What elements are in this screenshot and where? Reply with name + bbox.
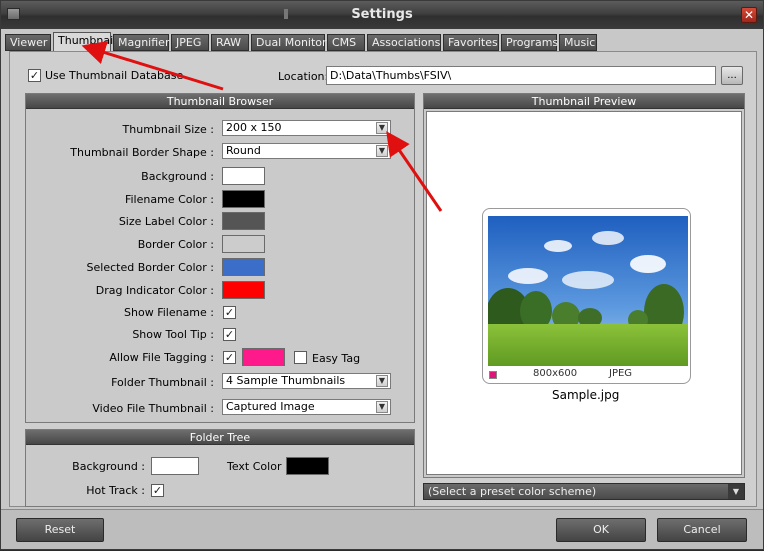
border-shape-label: Thumbnail Border Shape :	[70, 146, 214, 159]
window-title: Settings	[351, 7, 413, 22]
video-thumbnail-value: Captured Image	[226, 400, 315, 413]
folder-thumbnail-label: Folder Thumbnail :	[111, 376, 214, 389]
background-color-label: Background :	[141, 170, 214, 183]
tag-color-swatch[interactable]	[242, 348, 285, 366]
thumbnail-format: JPEG	[609, 368, 633, 379]
tab-strip: Viewer Thumbnail Magnifier JPEG RAW Dual…	[5, 32, 761, 51]
tab-associations[interactable]: Associations	[367, 34, 441, 51]
chevron-down-icon: ▼	[376, 375, 388, 387]
tab-cms[interactable]: CMS	[327, 34, 365, 51]
size-label-color-swatch[interactable]	[222, 212, 265, 230]
filename-color-label: Filename Color :	[124, 193, 214, 206]
show-filename-label: Show Filename :	[124, 306, 214, 319]
video-thumbnail-dropdown[interactable]: Captured Image ▼	[222, 399, 391, 415]
title-bar: Settings ✕	[1, 1, 763, 29]
sample-landscape-image	[488, 216, 688, 366]
selected-border-color-label: Selected Border Color :	[86, 261, 214, 274]
thumbnail-size-value: 200 x 150	[226, 121, 282, 134]
show-tooltip-label: Show Tool Tip :	[132, 328, 214, 341]
show-tooltip-checkbox[interactable]: ✓	[223, 328, 236, 341]
folder-background-swatch[interactable]	[151, 457, 199, 475]
allow-tagging-label: Allow File Tagging :	[109, 351, 214, 364]
preset-color-scheme-dropdown[interactable]: (Select a preset color scheme) ▼	[423, 483, 745, 500]
browse-button[interactable]: ...	[721, 66, 743, 85]
border-color-label: Border Color :	[137, 238, 214, 251]
video-thumbnail-label: Video File Thumbnail :	[92, 402, 214, 415]
thumbnail-size-dropdown[interactable]: 200 x 150 ▼	[222, 120, 391, 136]
thumbnail-preview-panel: Thumbnail Preview 800x600 JPEG Sample.jp…	[423, 93, 745, 478]
tab-jpeg[interactable]: JPEG	[171, 34, 209, 51]
sample-thumbnail[interactable]: 800x600 JPEG	[482, 208, 691, 384]
tab-magnifier[interactable]: Magnifier	[113, 34, 169, 51]
tab-viewer[interactable]: Viewer	[5, 34, 51, 51]
tag-indicator-icon	[489, 371, 497, 379]
folder-background-label: Background :	[72, 460, 145, 473]
border-color-swatch[interactable]	[222, 235, 265, 253]
tab-dual-monitor[interactable]: Dual Monitor	[251, 34, 327, 51]
tab-music[interactable]: Music	[559, 34, 597, 51]
drag-indicator-color-swatch[interactable]	[222, 281, 265, 299]
thumbnail-dimensions: 800x600	[533, 368, 578, 379]
hot-track-label: Hot Track :	[86, 484, 145, 497]
border-shape-dropdown[interactable]: Round ▼	[222, 143, 391, 159]
selected-border-color-swatch[interactable]	[222, 258, 265, 276]
chevron-down-icon: ▼	[376, 122, 388, 134]
preview-area: 800x600 JPEG Sample.jpg	[426, 111, 742, 475]
background-color-swatch[interactable]	[222, 167, 265, 185]
hot-track-checkbox[interactable]: ✓	[151, 484, 164, 497]
filename-color-swatch[interactable]	[222, 190, 265, 208]
folder-text-color-label: Text Color :	[227, 460, 289, 473]
settings-window: Settings ✕ Viewer Thumbnail Magnifier JP…	[0, 0, 764, 550]
use-thumbnail-db-checkbox[interactable]: ✓	[28, 69, 41, 82]
tab-raw[interactable]: RAW	[211, 34, 249, 51]
reset-button[interactable]: Reset	[16, 518, 104, 542]
folder-thumbnail-value: 4 Sample Thumbnails	[226, 374, 346, 387]
close-button[interactable]: ✕	[741, 7, 757, 23]
cancel-button[interactable]: Cancel	[657, 518, 747, 542]
location-label: Location:	[278, 70, 329, 83]
allow-tagging-checkbox[interactable]: ✓	[223, 351, 236, 364]
preset-color-scheme-value: (Select a preset color scheme)	[428, 485, 597, 498]
thumbnail-filename: Sample.jpg	[552, 388, 620, 402]
title-grip-icon	[284, 9, 288, 19]
chevron-down-icon: ▼	[376, 401, 388, 413]
easy-tag-checkbox[interactable]	[294, 351, 307, 364]
thumbnail-preview-header: Thumbnail Preview	[424, 94, 744, 109]
chevron-down-icon: ▼	[376, 145, 388, 157]
size-label-color-label: Size Label Color :	[118, 215, 214, 228]
bottom-bar: Reset OK Cancel	[1, 509, 763, 549]
border-shape-value: Round	[226, 144, 261, 157]
folder-text-color-swatch[interactable]	[286, 457, 329, 475]
ok-button[interactable]: OK	[556, 518, 646, 542]
show-filename-checkbox[interactable]: ✓	[223, 306, 236, 319]
tab-favorites[interactable]: Favorites	[443, 34, 499, 51]
chevron-down-icon: ▼	[728, 484, 744, 499]
thumbnail-size-label: Thumbnail Size :	[122, 123, 214, 136]
window-menu-icon[interactable]	[7, 8, 20, 20]
thumbnail-browser-header: Thumbnail Browser	[26, 94, 414, 109]
tab-thumbnail[interactable]: Thumbnail	[53, 32, 116, 51]
drag-indicator-color-label: Drag Indicator Color :	[95, 284, 214, 297]
tab-programs[interactable]: Programs	[501, 34, 558, 51]
use-thumbnail-db-label: Use Thumbnail Database	[45, 69, 184, 82]
easy-tag-label: Easy Tag	[312, 352, 361, 365]
folder-tree-header: Folder Tree	[26, 430, 414, 445]
folder-thumbnail-dropdown[interactable]: 4 Sample Thumbnails ▼	[222, 373, 391, 389]
location-input[interactable]: D:\Data\Thumbs\FSIV\	[326, 66, 716, 85]
